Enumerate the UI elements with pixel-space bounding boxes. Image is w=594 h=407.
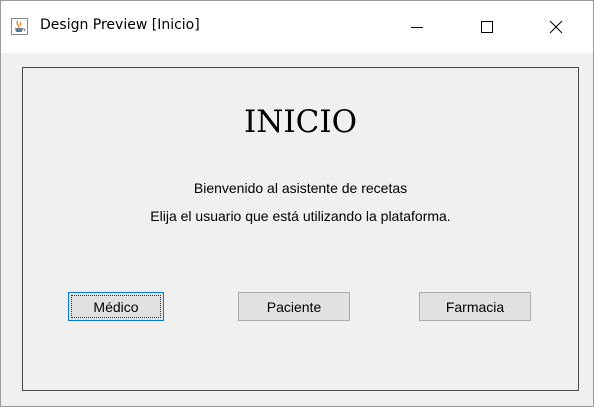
close-button[interactable] bbox=[533, 1, 579, 53]
medico-button-label: Médico bbox=[93, 298, 139, 315]
window-title: Design Preview [Inicio] bbox=[40, 17, 200, 33]
maximize-icon bbox=[481, 21, 493, 33]
farmacia-button-label: Farmacia bbox=[445, 298, 505, 315]
application-window: Design Preview [Inicio] INICIO Bienvenid… bbox=[0, 0, 594, 407]
medico-button[interactable]: Médico bbox=[68, 292, 164, 321]
paciente-button-label: Paciente bbox=[266, 298, 322, 315]
main-panel: INICIO Bienvenido al asistente de receta… bbox=[22, 67, 579, 391]
close-icon bbox=[549, 20, 563, 34]
farmacia-button[interactable]: Farmacia bbox=[419, 292, 531, 321]
title-bar[interactable]: Design Preview [Inicio] bbox=[1, 1, 593, 53]
page-title: INICIO bbox=[244, 104, 357, 140]
minimize-icon bbox=[411, 27, 423, 28]
java-cup-icon bbox=[11, 18, 28, 35]
instruction-text: Elija el usuario que está utilizando la … bbox=[150, 208, 451, 224]
minimize-button[interactable] bbox=[394, 1, 440, 53]
content-area: INICIO Bienvenido al asistente de receta… bbox=[1, 53, 593, 406]
welcome-text: Bienvenido al asistente de recetas bbox=[193, 180, 408, 196]
maximize-button[interactable] bbox=[464, 1, 510, 53]
paciente-button[interactable]: Paciente bbox=[238, 292, 350, 321]
